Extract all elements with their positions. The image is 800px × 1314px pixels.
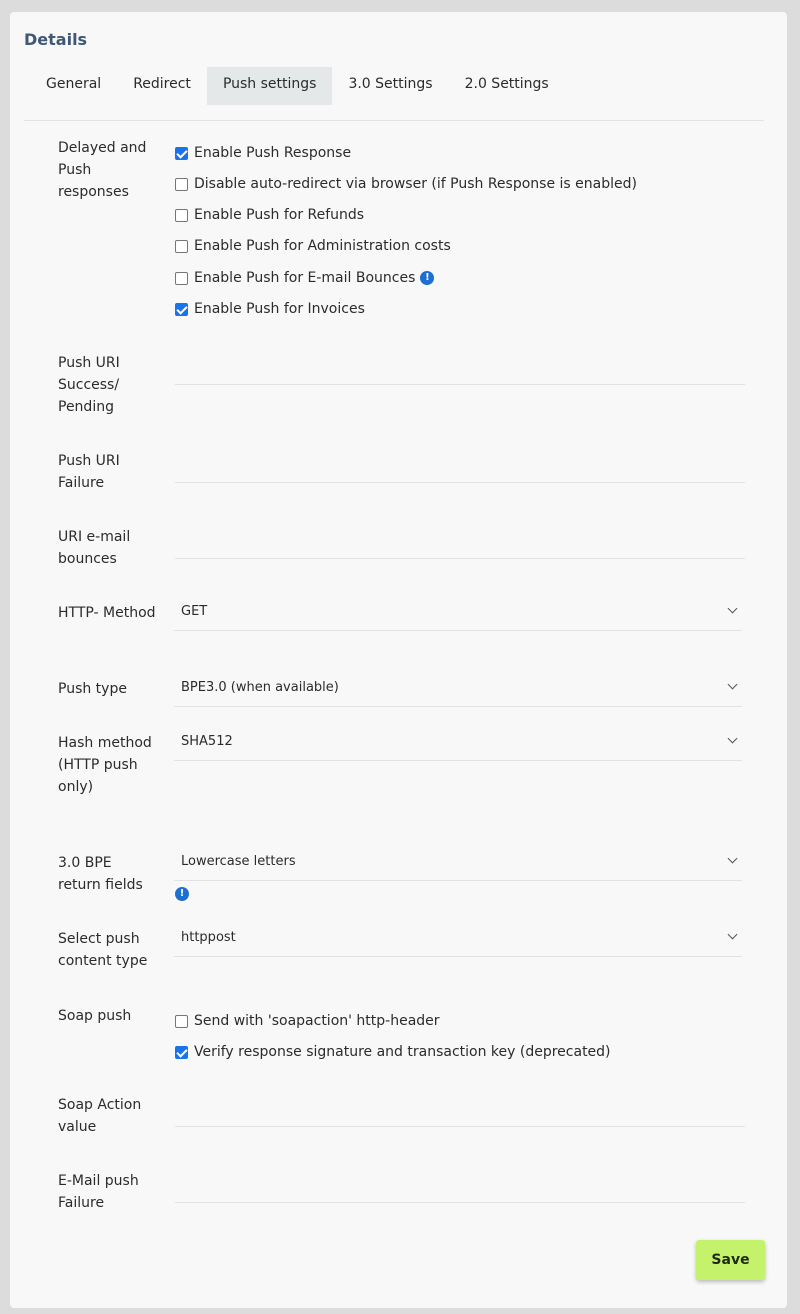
option-push-admin-costs[interactable]: Enable Push for Administration costs: [175, 235, 451, 257]
push-invoices-label: Enable Push for Invoices: [194, 301, 365, 317]
chevron-down-icon: [727, 853, 738, 864]
push-email-bounces-checkbox[interactable]: [175, 271, 188, 285]
push-admin-costs-checkbox[interactable]: [175, 239, 188, 253]
option-disable-auto-redirect[interactable]: Disable auto-redirect via browser (if Pu…: [175, 173, 637, 195]
tab-bar: General Redirect Push settings 3.0 Setti…: [30, 67, 565, 105]
soap-action-label: Soap Action value: [58, 1097, 142, 1135]
email-push-failure-input[interactable]: [175, 1202, 745, 1203]
chevron-down-icon: [727, 929, 738, 940]
option-push-refunds[interactable]: Enable Push for Refunds: [175, 204, 364, 226]
details-panel: Details General Redirect Push settings 3…: [10, 12, 787, 1308]
disable-auto-redirect-label: Disable auto-redirect via browser (if Pu…: [194, 176, 637, 192]
push-email-bounces-label: Enable Push for E-mail Bounces: [194, 270, 416, 286]
soapaction-header-checkbox[interactable]: [175, 1014, 188, 1028]
push-invoices-checkbox[interactable]: [175, 302, 188, 316]
hash-method-value: SHA512: [181, 734, 233, 749]
soapaction-header-label: Send with 'soapaction' http-header: [194, 1013, 440, 1029]
tab-general[interactable]: General: [30, 67, 117, 105]
push-uri-success-label: Push URI Success/ Pending: [58, 355, 120, 415]
option-push-invoices[interactable]: Enable Push for Invoices: [175, 298, 365, 320]
content-type-label: Select push content type: [58, 931, 148, 969]
tab-redirect[interactable]: Redirect: [117, 67, 207, 105]
hash-method-label: Hash method (HTTP push only): [58, 735, 152, 795]
soap-action-input[interactable]: [175, 1126, 745, 1127]
push-uri-failure-input[interactable]: [175, 482, 745, 483]
enable-push-response-checkbox[interactable]: [175, 146, 188, 160]
info-icon[interactable]: !: [420, 271, 435, 285]
push-uri-success-input[interactable]: [175, 384, 745, 385]
content-type-select[interactable]: httppost: [174, 927, 742, 957]
http-method-select[interactable]: GET: [174, 601, 742, 631]
option-enable-push-response[interactable]: Enable Push Response: [175, 142, 351, 164]
uri-email-bounces-label: URI e-mail bounces: [58, 529, 131, 567]
push-refunds-label: Enable Push for Refunds: [194, 207, 365, 223]
tabs-divider: [24, 120, 764, 121]
delayed-push-label: Delayed and Push responses: [58, 140, 147, 200]
http-method-label: HTTP- Method: [58, 605, 156, 621]
option-verify-signature[interactable]: Verify response signature and transactio…: [175, 1041, 611, 1063]
tab-3-0-settings[interactable]: 3.0 Settings: [332, 67, 448, 105]
email-push-failure-label: E-Mail push Failure: [58, 1173, 139, 1211]
push-type-value: BPE3.0 (when available): [181, 680, 339, 695]
enable-push-response-label: Enable Push Response: [194, 145, 352, 161]
push-type-label: Push type: [58, 681, 127, 697]
option-soapaction-header[interactable]: Send with 'soapaction' http-header: [175, 1010, 440, 1032]
chevron-down-icon: [727, 733, 738, 744]
verify-signature-checkbox[interactable]: [175, 1045, 188, 1059]
push-refunds-checkbox[interactable]: [175, 208, 188, 222]
chevron-down-icon: [727, 679, 738, 690]
info-icon[interactable]: !: [175, 887, 189, 901]
return-fields-label: 3.0 BPE return fields: [58, 855, 143, 893]
content-type-value: httppost: [181, 930, 236, 945]
return-fields-value: Lowercase letters: [181, 854, 296, 869]
tab-push-settings[interactable]: Push settings: [206, 67, 333, 105]
disable-auto-redirect-checkbox[interactable]: [175, 177, 188, 191]
uri-email-bounces-input[interactable]: [175, 558, 745, 559]
panel-title: Details: [24, 30, 88, 49]
save-button[interactable]: Save: [696, 1240, 765, 1280]
push-type-select[interactable]: BPE3.0 (when available): [174, 677, 742, 707]
verify-signature-label: Verify response signature and transactio…: [194, 1044, 611, 1060]
push-uri-failure-label: Push URI Failure: [58, 453, 120, 491]
option-push-email-bounces[interactable]: Enable Push for E-mail Bounces !: [175, 267, 435, 289]
push-admin-costs-label: Enable Push for Administration costs: [194, 238, 451, 254]
tab-2-0-settings[interactable]: 2.0 Settings: [449, 67, 565, 105]
chevron-down-icon: [727, 603, 738, 614]
http-method-value: GET: [181, 604, 208, 619]
hash-method-select[interactable]: SHA512: [174, 731, 742, 761]
soap-push-label: Soap push: [58, 1008, 132, 1024]
return-fields-select[interactable]: Lowercase letters: [174, 851, 742, 881]
